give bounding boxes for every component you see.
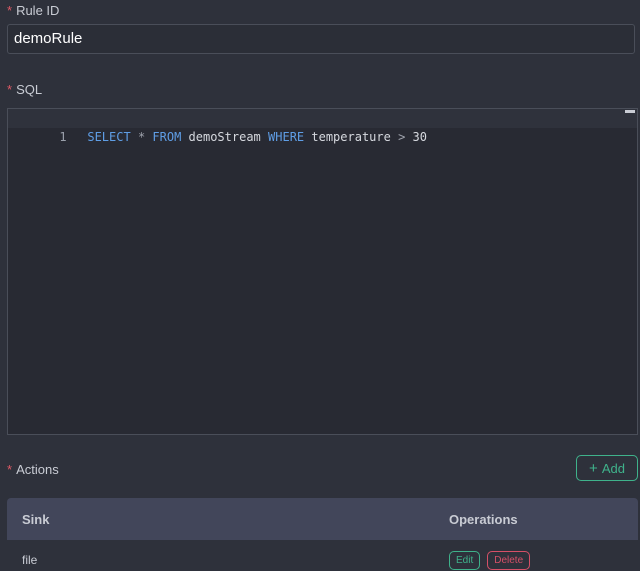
line-number: 1 (59, 130, 67, 144)
editor-scrollbar[interactable] (625, 110, 635, 113)
actions-table: Sink Operations file Edit Delete (7, 498, 638, 571)
delete-button[interactable]: Delete (487, 550, 531, 570)
sql-value: 30 (405, 130, 427, 144)
table-row: file Edit Delete (7, 540, 638, 571)
sql-label-text: SQL (16, 82, 43, 97)
sql-label: * SQL (7, 82, 42, 97)
required-mark: * (7, 3, 13, 18)
edit-button[interactable]: Edit (449, 550, 481, 570)
sql-keyword-from: FROM (152, 130, 182, 144)
sql-keyword-select: SELECT (87, 130, 131, 144)
actions-label-text: Actions (16, 462, 59, 477)
sql-field-name: temperature (304, 130, 399, 144)
add-action-button[interactable]: + Add (576, 455, 638, 481)
rule-id-label: * Rule ID (7, 3, 59, 18)
sql-star: * (130, 130, 153, 144)
required-mark: * (7, 462, 13, 477)
operations-cell: Edit Delete (449, 550, 638, 570)
sql-keyword-where: WHERE (268, 130, 305, 144)
sql-stream-name: demoStream (181, 130, 269, 144)
required-mark: * (7, 82, 13, 97)
sink-cell: file (22, 553, 38, 567)
column-header-operations: Operations (449, 511, 518, 527)
plus-icon: + (589, 459, 598, 477)
rule-form: *Rule ID *SQL 1SELECT * FROM demoStream … (0, 0, 640, 571)
sql-editor[interactable]: 1 SELECT * FROM demoStream WHERE temperat… (7, 108, 638, 435)
column-header-sink: Sink (22, 511, 50, 527)
table-header: Sink Operations (7, 498, 638, 540)
actions-label: * Actions (7, 462, 59, 477)
editor-line[interactable]: 1 SELECT * FROM demoStream WHERE temperat… (8, 109, 637, 144)
rule-id-label-text: Rule ID (16, 3, 60, 18)
rule-id-input[interactable] (7, 24, 635, 54)
add-button-label: Add (601, 460, 625, 476)
